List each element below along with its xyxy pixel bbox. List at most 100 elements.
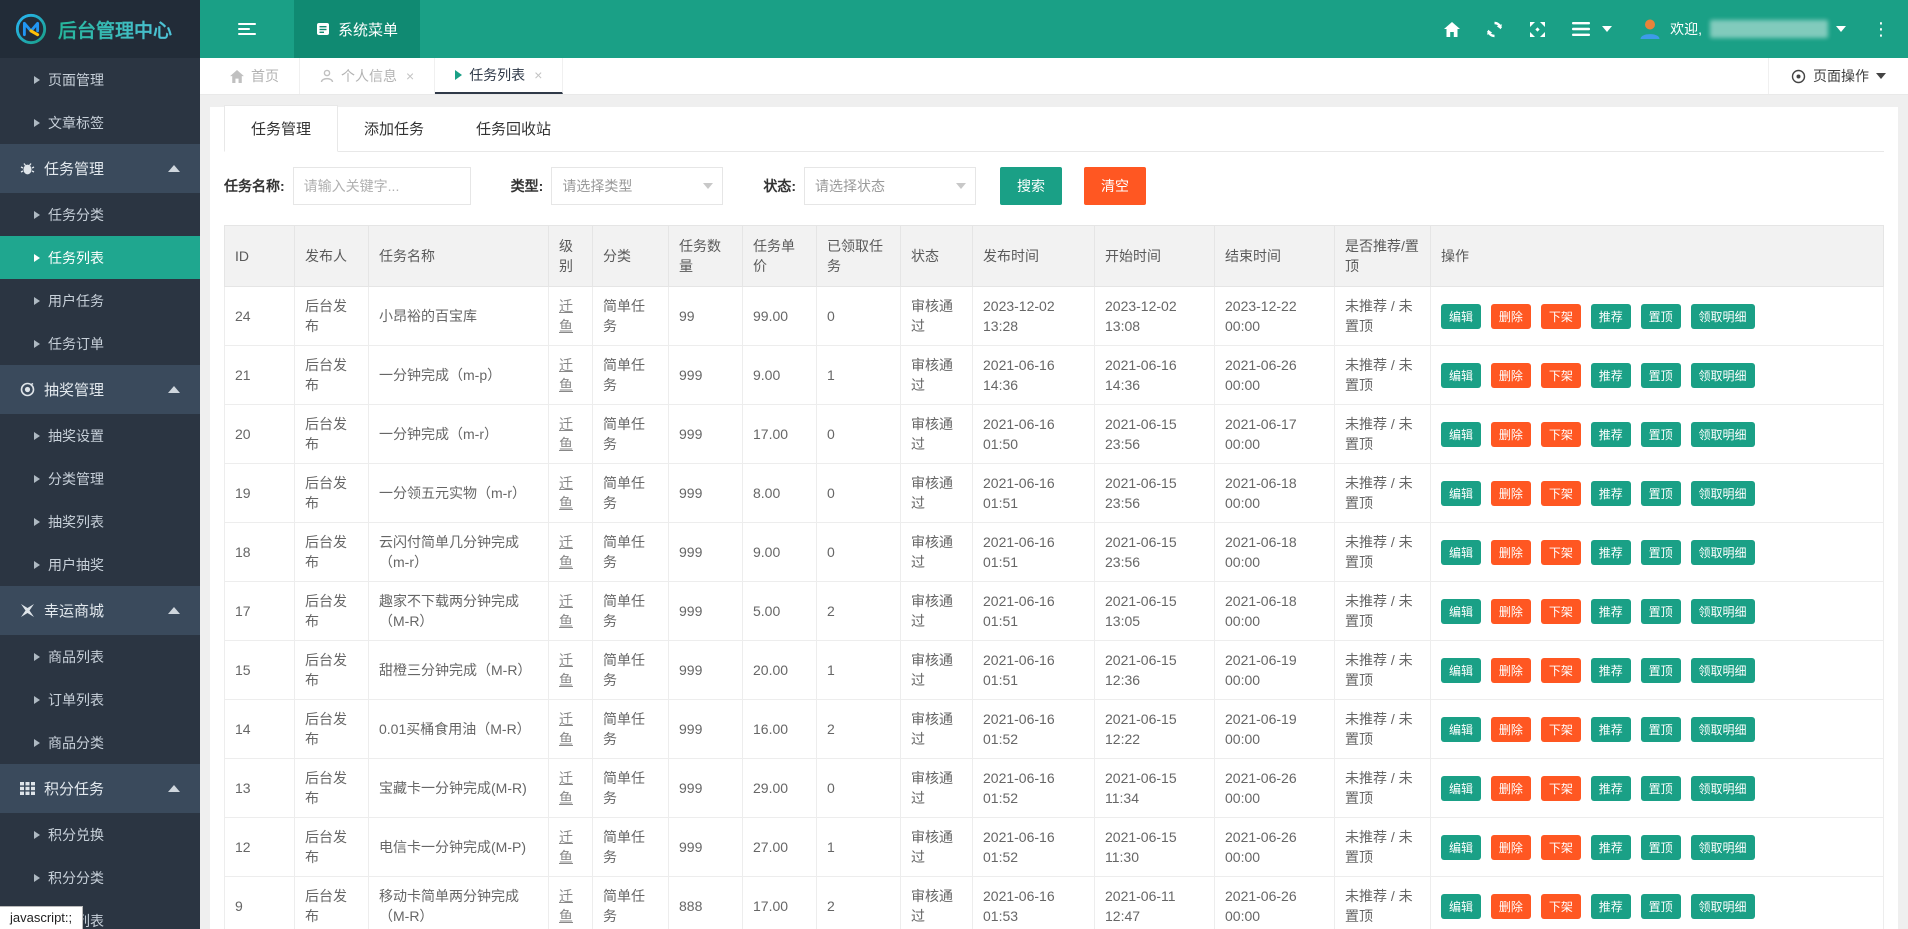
menu-dropdown-icon[interactable]: [1572, 22, 1612, 36]
recommend-button[interactable]: 推荐: [1591, 422, 1631, 447]
sidebar-group-points-task[interactable]: 积分任务: [0, 764, 200, 813]
sidebar-item-category-manage[interactable]: 分类管理: [0, 457, 200, 500]
user-menu[interactable]: 欢迎,: [1638, 17, 1846, 41]
sidebar-item-goods-category[interactable]: 商品分类: [0, 721, 200, 764]
edit-button[interactable]: 编辑: [1441, 599, 1481, 624]
claim-detail-button[interactable]: 领取明细: [1691, 835, 1755, 860]
offline-button[interactable]: 下架: [1541, 599, 1581, 624]
pin-top-button[interactable]: 置顶: [1641, 540, 1681, 565]
recommend-button[interactable]: 推荐: [1591, 717, 1631, 742]
tab-task-manage[interactable]: 任务管理: [224, 105, 338, 152]
recommend-button[interactable]: 推荐: [1591, 894, 1631, 919]
recommend-button[interactable]: 推荐: [1591, 658, 1631, 683]
sidebar-item-lottery-settings[interactable]: 抽奖设置: [0, 414, 200, 457]
sidebar-item-task-category[interactable]: 任务分类: [0, 193, 200, 236]
edit-button[interactable]: 编辑: [1441, 835, 1481, 860]
claim-detail-button[interactable]: 领取明细: [1691, 599, 1755, 624]
edit-button[interactable]: 编辑: [1441, 776, 1481, 801]
level-link[interactable]: 迁鱼: [559, 652, 573, 688]
sidebar-group-task-manage[interactable]: 任务管理: [0, 144, 200, 193]
sidebar-group-lucky-mall[interactable]: 幸运商城: [0, 586, 200, 635]
pin-top-button[interactable]: 置顶: [1641, 481, 1681, 506]
offline-button[interactable]: 下架: [1541, 304, 1581, 329]
tab-profile[interactable]: 个人信息 ×: [300, 58, 435, 94]
pin-top-button[interactable]: 置顶: [1641, 363, 1681, 388]
fullscreen-icon[interactable]: [1529, 21, 1546, 38]
delete-button[interactable]: 删除: [1491, 717, 1531, 742]
claim-detail-button[interactable]: 领取明细: [1691, 363, 1755, 388]
claim-detail-button[interactable]: 领取明细: [1691, 717, 1755, 742]
sidebar-group-lottery-manage[interactable]: 抽奖管理: [0, 365, 200, 414]
recommend-button[interactable]: 推荐: [1591, 599, 1631, 624]
delete-button[interactable]: 删除: [1491, 363, 1531, 388]
pin-top-button[interactable]: 置顶: [1641, 717, 1681, 742]
recommend-button[interactable]: 推荐: [1591, 540, 1631, 565]
offline-button[interactable]: 下架: [1541, 835, 1581, 860]
page-operations-dropdown[interactable]: 页面操作: [1768, 58, 1908, 94]
level-link[interactable]: 迁鱼: [559, 416, 573, 452]
claim-detail-button[interactable]: 领取明细: [1691, 658, 1755, 683]
pin-top-button[interactable]: 置顶: [1641, 658, 1681, 683]
offline-button[interactable]: 下架: [1541, 540, 1581, 565]
delete-button[interactable]: 删除: [1491, 481, 1531, 506]
offline-button[interactable]: 下架: [1541, 422, 1581, 447]
delete-button[interactable]: 删除: [1491, 540, 1531, 565]
delete-button[interactable]: 删除: [1491, 304, 1531, 329]
recommend-button[interactable]: 推荐: [1591, 481, 1631, 506]
edit-button[interactable]: 编辑: [1441, 422, 1481, 447]
status-select[interactable]: 请选择状态: [804, 167, 976, 205]
sidebar-item-user-lottery[interactable]: 用户抽奖: [0, 543, 200, 586]
close-icon[interactable]: ×: [534, 67, 542, 83]
offline-button[interactable]: 下架: [1541, 776, 1581, 801]
offline-button[interactable]: 下架: [1541, 363, 1581, 388]
sidebar-item-points-category[interactable]: 积分分类: [0, 856, 200, 899]
edit-button[interactable]: 编辑: [1441, 363, 1481, 388]
system-menu-tab[interactable]: 系统菜单: [294, 0, 420, 58]
level-link[interactable]: 迁鱼: [559, 357, 573, 393]
tab-add-task[interactable]: 添加任务: [338, 106, 450, 151]
delete-button[interactable]: 删除: [1491, 599, 1531, 624]
recommend-button[interactable]: 推荐: [1591, 304, 1631, 329]
clear-button[interactable]: 清空: [1084, 167, 1146, 205]
offline-button[interactable]: 下架: [1541, 894, 1581, 919]
edit-button[interactable]: 编辑: [1441, 717, 1481, 742]
claim-detail-button[interactable]: 领取明细: [1691, 894, 1755, 919]
pin-top-button[interactable]: 置顶: [1641, 599, 1681, 624]
recommend-button[interactable]: 推荐: [1591, 776, 1631, 801]
level-link[interactable]: 迁鱼: [559, 475, 573, 511]
recommend-button[interactable]: 推荐: [1591, 835, 1631, 860]
recommend-button[interactable]: 推荐: [1591, 363, 1631, 388]
delete-button[interactable]: 删除: [1491, 776, 1531, 801]
edit-button[interactable]: 编辑: [1441, 894, 1481, 919]
edit-button[interactable]: 编辑: [1441, 481, 1481, 506]
sidebar-toggle-button[interactable]: [200, 0, 294, 58]
sidebar-item-user-task[interactable]: 用户任务: [0, 279, 200, 322]
pin-top-button[interactable]: 置顶: [1641, 304, 1681, 329]
delete-button[interactable]: 删除: [1491, 422, 1531, 447]
level-link[interactable]: 迁鱼: [559, 534, 573, 570]
sidebar-item-order-list[interactable]: 订单列表: [0, 678, 200, 721]
level-link[interactable]: 迁鱼: [559, 298, 573, 334]
search-button[interactable]: 搜索: [1000, 167, 1062, 205]
offline-button[interactable]: 下架: [1541, 658, 1581, 683]
sidebar-item-task-list[interactable]: 任务列表: [0, 236, 200, 279]
claim-detail-button[interactable]: 领取明细: [1691, 776, 1755, 801]
close-icon[interactable]: ×: [406, 68, 414, 84]
task-name-input[interactable]: [293, 167, 471, 205]
level-link[interactable]: 迁鱼: [559, 770, 573, 806]
pin-top-button[interactable]: 置顶: [1641, 835, 1681, 860]
pin-top-button[interactable]: 置顶: [1641, 894, 1681, 919]
refresh-icon[interactable]: [1486, 21, 1503, 38]
delete-button[interactable]: 删除: [1491, 835, 1531, 860]
offline-button[interactable]: 下架: [1541, 481, 1581, 506]
sidebar-item-goods-list[interactable]: 商品列表: [0, 635, 200, 678]
offline-button[interactable]: 下架: [1541, 717, 1581, 742]
delete-button[interactable]: 删除: [1491, 894, 1531, 919]
tab-task-list[interactable]: 任务列表 ×: [435, 58, 563, 94]
tab-home[interactable]: 首页: [210, 58, 300, 94]
level-link[interactable]: 迁鱼: [559, 711, 573, 747]
type-select[interactable]: 请选择类型: [551, 167, 723, 205]
sidebar-item-page-manage[interactable]: 页面管理: [0, 58, 200, 101]
home-icon[interactable]: [1444, 22, 1460, 37]
pin-top-button[interactable]: 置顶: [1641, 422, 1681, 447]
